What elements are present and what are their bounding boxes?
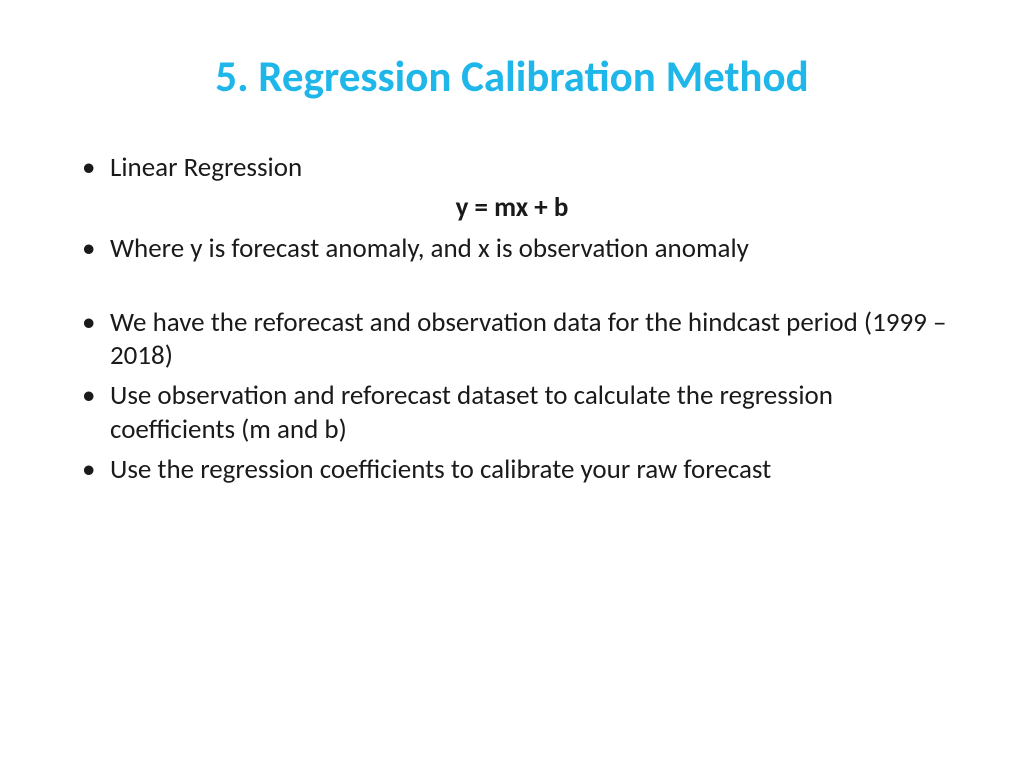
bullet-item: Where y is forecast anomaly, and x is ob… — [70, 232, 954, 266]
bullet-item: Use observation and reforecast dataset t… — [70, 379, 954, 447]
bullet-list: Where y is forecast anomaly, and x is ob… — [70, 232, 954, 266]
bullet-item: Use the regression coefficients to calib… — [70, 453, 954, 487]
bullet-item: Linear Regression — [70, 151, 954, 185]
bullet-list: We have the reforecast and observation d… — [70, 306, 954, 487]
slide-title: 5. Regression Calibration Method — [70, 50, 954, 103]
slide-content: Linear Regression y = mx + b Where y is … — [70, 151, 954, 486]
bullet-item: We have the reforecast and observation d… — [70, 306, 954, 374]
spacer — [70, 272, 954, 306]
bullet-list: Linear Regression — [70, 151, 954, 185]
equation: y = mx + b — [70, 191, 954, 224]
